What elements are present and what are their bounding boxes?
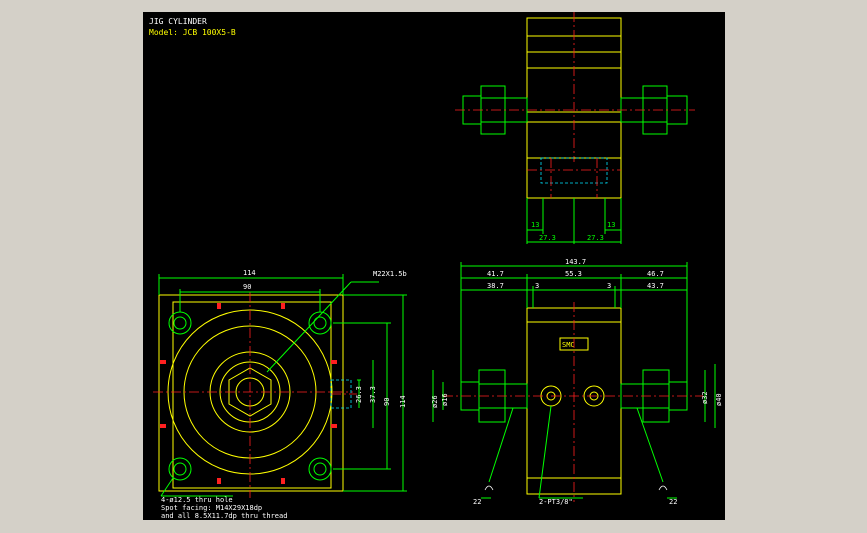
front-view: 114 90 M22X1.5b 26.3 37.3 90 114 4-ø12.5…: [153, 269, 407, 520]
dim-bolt-pitch: 90: [243, 283, 251, 291]
front-body: [158, 294, 344, 492]
drawing-title: JIG CYLINDER: [149, 17, 207, 26]
dim-seg-3b: 3: [607, 282, 611, 290]
pt-thread-label: 2-PT3/8": [539, 498, 573, 506]
dim-bottom-22-right: 22: [669, 498, 677, 506]
port-thread-label: M22X1.5b: [373, 270, 407, 278]
dim-port-h1: 26.3: [355, 386, 363, 403]
body-label: SMC: [562, 341, 575, 349]
dim-dia-left-b: ø16: [441, 393, 449, 406]
dim-port-h2: 37.3: [369, 386, 377, 403]
dim-seg-467: 46.7: [647, 270, 664, 278]
dim-seg-553: 55.3: [565, 270, 582, 278]
note-line-2: Spot facing: M14X29X18dp: [161, 504, 262, 512]
dim-top-13-right: 13: [607, 221, 615, 229]
cad-viewport[interactable]: JIG CYLINDER Model: JCB 100X5-B 13 13 27…: [143, 12, 725, 520]
dim-side-90: 90: [383, 398, 391, 406]
dim-seg-417: 41.7: [487, 270, 504, 278]
dim-top-13-left: 13: [531, 221, 539, 229]
note-line-3: and all 8.5X11.7dp thru thread: [161, 512, 287, 520]
side-view: SMC 143.7 41.7 55.3 46.7 38.7 3 3 43.7 ø…: [431, 258, 723, 506]
dim-seg-387: 38.7: [487, 282, 504, 290]
dim-overall-width: 114: [243, 269, 256, 277]
dim-top-273-left: 27.3: [539, 234, 556, 242]
dim-dia-right-b: ø40: [715, 393, 723, 406]
dim-dia-right-a: ø32: [701, 391, 709, 404]
dim-seg-437: 43.7: [647, 282, 664, 290]
dim-seg-3a: 3: [535, 282, 539, 290]
dim-dia-left-a: ø26: [431, 395, 439, 408]
note-line-1: 4-ø12.5 thru hole: [161, 496, 233, 504]
dim-top-273-right: 27.3: [587, 234, 604, 242]
dim-total-length: 143.7: [565, 258, 586, 266]
drawing-model: Model: JCB 100X5-B: [149, 28, 236, 37]
dim-side-114: 114: [399, 395, 407, 408]
dim-bottom-22-left: 22: [473, 498, 481, 506]
cad-drawing: JIG CYLINDER Model: JCB 100X5-B 13 13 27…: [149, 12, 723, 520]
top-view: 13 13 27.3 27.3: [455, 12, 695, 244]
